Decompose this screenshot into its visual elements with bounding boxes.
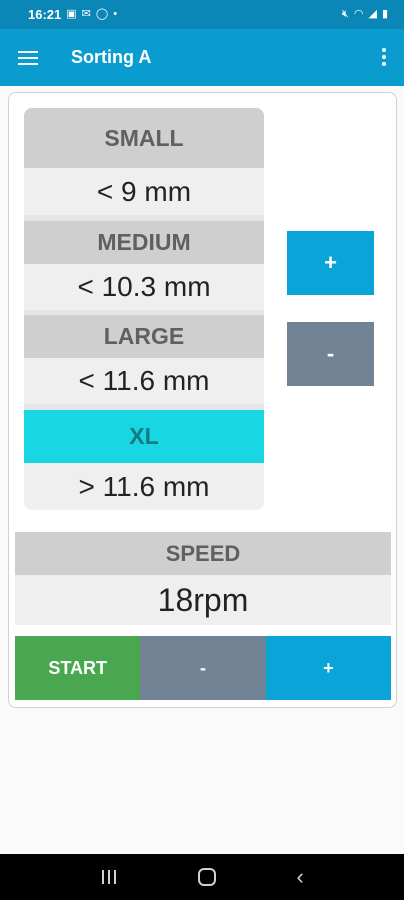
speed-value: 18rpm	[15, 575, 391, 625]
size-header-medium[interactable]: MEDIUM	[24, 221, 264, 264]
size-value-small: < 9 mm	[24, 168, 264, 215]
speed-controls: START - +	[15, 636, 391, 700]
size-header-xl[interactable]: XL	[24, 410, 264, 463]
app-bar: Sorting A	[0, 29, 404, 86]
recents-icon[interactable]	[100, 870, 118, 884]
size-header-small[interactable]: SMALL	[24, 108, 264, 168]
sorting-card: SMALL < 9 mm MEDIUM < 10.3 mm LARGE < 11…	[8, 92, 397, 708]
size-value-medium: < 10.3 mm	[24, 264, 264, 310]
wifi-icon: ◠	[353, 8, 364, 20]
gmail-icon: ✉	[81, 8, 91, 20]
start-button[interactable]: START	[15, 636, 141, 700]
size-value-large: < 11.6 mm	[24, 358, 264, 404]
system-nav-bar: ‹	[0, 854, 404, 900]
signal-icon: ◢	[368, 8, 377, 20]
status-time: 16:21	[28, 7, 62, 22]
size-header-large[interactable]: LARGE	[24, 315, 264, 358]
status-bar: 16:21 ▣ ✉ ◯ • 🔇︎ ◠ ◢ ▮	[0, 0, 404, 29]
size-decrease-button[interactable]: -	[287, 322, 374, 386]
mute-icon: 🔇︎	[341, 8, 349, 20]
hamburger-menu-icon[interactable]	[18, 50, 38, 66]
back-icon[interactable]: ‹	[297, 866, 304, 888]
speed-decrease-button[interactable]: -	[140, 636, 266, 700]
speed-label: SPEED	[15, 532, 391, 575]
whatsapp-icon: ◯	[95, 8, 109, 20]
size-selector-panel: SMALL < 9 mm MEDIUM < 10.3 mm LARGE < 11…	[24, 108, 264, 510]
home-icon[interactable]	[198, 868, 217, 886]
dot-icon: •	[113, 8, 118, 20]
speed-increase-button[interactable]: +	[265, 636, 391, 700]
page-title: Sorting A	[71, 47, 152, 67]
battery-icon: ▮	[381, 8, 388, 20]
size-value-xl: > 11.6 mm	[24, 463, 264, 510]
size-increase-button[interactable]: +	[287, 231, 374, 295]
image-icon: ▣	[66, 8, 77, 20]
overflow-menu-icon[interactable]	[382, 48, 386, 66]
